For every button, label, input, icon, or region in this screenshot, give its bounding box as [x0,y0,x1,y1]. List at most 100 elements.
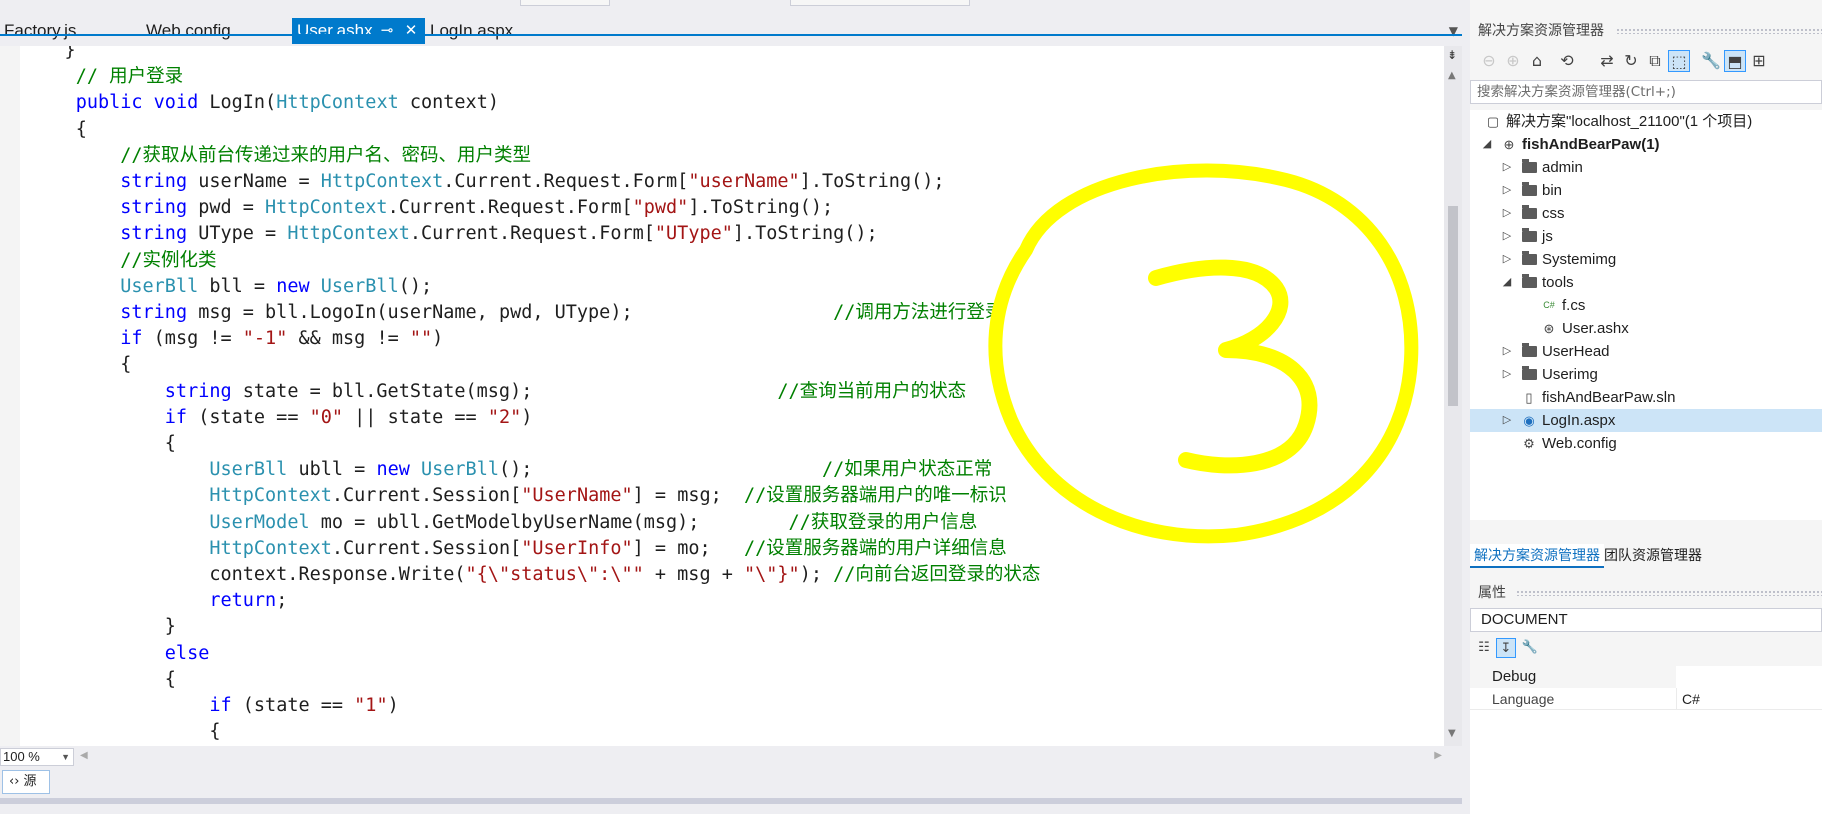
property-pages-icon[interactable]: 🔧 [1520,638,1540,658]
toolbar-control[interactable] [790,0,970,6]
scroll-thumb[interactable] [1448,206,1458,406]
tree-item[interactable]: ▢ 解决方案"localhost_21100"(1 个项目) [1470,110,1822,133]
scroll-down-icon[interactable]: ▼ [1448,728,1456,739]
sync-icon[interactable]: ⟲ [1556,50,1578,72]
tab-team-explorer[interactable]: 团队资源管理器 [1600,544,1706,568]
code-line[interactable]: UserBll ubll = new UserBll(); //如果用户状态正常 [20,457,992,483]
solution-search-input[interactable]: 搜索解决方案资源管理器(Ctrl+;) [1470,80,1822,104]
tree-item[interactable]: ▷ UserHead [1470,340,1822,363]
code-line[interactable]: // 用户登录 [20,64,183,90]
code-line[interactable]: string state = bll.GetState(msg); //查询当前… [20,379,966,405]
solution-explorer-panel: 解决方案资源管理器 ⊖ ⊕ ⌂ ⟲ ⇄ ↻ ⧉ ⬚ 🔧 ⬒ ⊞ 搜索解决方案资源… [1462,0,1822,590]
code-line[interactable]: { [20,117,87,143]
forward-icon[interactable]: ⊕ [1502,50,1524,72]
code-line[interactable]: string userName = HttpContext.Current.Re… [20,169,944,195]
tab-web-config[interactable]: Web.config [141,18,291,44]
tree-item[interactable]: ⚙ Web.config [1470,432,1822,455]
code-line[interactable]: else [20,641,210,667]
code-line[interactable]: { [20,431,176,457]
expand-icon[interactable]: ▷ [1500,363,1514,386]
code-line[interactable]: string msg = bll.LogoIn(userName, pwd, U… [20,300,1003,326]
expand-icon[interactable]: ▷ [1500,225,1514,248]
tree-item[interactable]: ▯ fishAndBearPaw.sln [1470,386,1822,409]
expand-icon[interactable]: ▷ [1500,248,1514,271]
categorized-icon[interactable]: ☷ [1474,638,1494,658]
expand-icon[interactable]: ▷ [1500,409,1514,432]
expand-icon[interactable]: ▷ [1500,202,1514,225]
expand-icon[interactable]: ▷ [1500,340,1514,363]
code-line[interactable]: string UType = HttpContext.Current.Reque… [20,221,877,247]
tree-item[interactable]: ▷ js [1470,225,1822,248]
code-line[interactable]: if (msg != "-1" && msg != "") [20,326,443,352]
code-line[interactable]: public void LogIn(HttpContext context) [20,90,499,116]
code-token: //查询当前用户的状态 [777,380,967,402]
code-line[interactable]: context.Response.Write("{\"status\":\"" … [20,562,1040,588]
tree-item[interactable]: ▷ css [1470,202,1822,225]
close-icon[interactable]: ✕ [400,18,422,44]
code-line[interactable]: } [20,46,76,64]
pending-changes-icon[interactable]: ⇄ [1596,50,1618,72]
tree-item[interactable]: ▷ Systemimg [1470,248,1822,271]
code-line[interactable]: HttpContext.Current.Session["UserInfo"] … [20,536,1006,562]
code-line[interactable]: { [20,719,220,745]
tab-user-ashx[interactable]: User.ashx ⊸ ✕ [292,18,425,44]
back-icon[interactable]: ⊖ [1478,50,1500,72]
show-all-icon[interactable]: ⬚ [1668,50,1690,72]
tree-item[interactable]: ▷ admin [1470,156,1822,179]
editor-vertical-scrollbar[interactable]: ⇟ ▲ ▼ [1444,46,1462,746]
scroll-right-icon[interactable]: ▶ [1434,750,1442,761]
view-class-icon[interactable]: ⊞ [1748,50,1770,72]
properties-icon[interactable]: 🔧 [1700,50,1722,72]
tree-item[interactable]: ◢ tools [1470,271,1822,294]
panel-drag-handle[interactable] [1616,28,1822,34]
home-icon[interactable]: ⌂ [1526,50,1548,72]
property-category[interactable]: Debug [1470,666,1822,688]
scroll-up-icon[interactable]: ▲ [1448,70,1456,81]
code-line[interactable]: { [20,667,176,693]
collapse-arrow-icon[interactable]: ◢ [1480,133,1494,156]
code-token: // 用户登录 [20,66,184,88]
code-line[interactable]: //实例化类 [20,248,217,274]
code-line[interactable]: { [20,352,131,378]
pin-icon[interactable]: ⊸ [376,18,398,44]
code-line[interactable]: UserModel mo = ubll.GetModelbyUserName(m… [20,510,977,536]
tab-login-aspx[interactable]: LogIn.aspx [426,18,566,44]
code-editor[interactable]: } // 用户登录 public void LogIn(HttpContext … [0,46,1444,746]
expand-icon[interactable]: ▷ [1500,179,1514,202]
tree-item[interactable]: ▷ ◉ LogIn.aspx [1470,409,1822,432]
code-line[interactable]: HttpContext.Current.Session["UserName"] … [20,483,1006,509]
code-token: (state == [187,406,310,428]
tree-item[interactable]: ◢ ⊕ fishAndBearPaw(1) [1470,133,1822,156]
code-line[interactable]: //获取从前台传递过来的用户名、密码、用户类型 [20,143,531,169]
scroll-left-icon[interactable]: ◀ [80,750,88,761]
code-line[interactable]: if (state == "1") [20,693,398,719]
tree-item[interactable]: ▷ Userimg [1470,363,1822,386]
tab-solution-explorer[interactable]: 解决方案资源管理器 [1470,544,1604,568]
alphabetical-icon[interactable]: ↧ [1496,638,1516,658]
collapse-icon[interactable]: ⧉ [1644,50,1666,72]
expand-icon[interactable]: ▷ [1500,156,1514,179]
property-key: Language [1492,691,1555,707]
split-editor-icon[interactable]: ⇟ [1447,48,1457,62]
code-token: //实例化类 [120,249,217,271]
source-view-button[interactable]: ‹› 源 [2,770,50,794]
tree-item[interactable]: ⊛ User.ashx [1470,317,1822,340]
code-line[interactable]: } [20,614,176,640]
preview-icon[interactable]: ⬒ [1724,50,1746,72]
panel-drag-handle[interactable] [1516,590,1822,596]
tree-item[interactable]: ▷ bin [1470,179,1822,202]
tab-factory-js[interactable]: Factory.js [0,18,140,44]
code-line[interactable]: if (state == "0" || state == "2") [20,405,533,431]
editor-horizontal-scrollbar[interactable]: ◀ ▶ [80,750,1442,762]
property-row[interactable]: Language C# [1470,688,1822,710]
zoom-select[interactable]: 100 % ▼ [0,748,74,766]
code-line[interactable]: UserBll bll = new UserBll(); [20,274,432,300]
property-object-select[interactable]: DOCUMENT [1470,608,1822,632]
refresh-icon[interactable]: ↻ [1620,50,1642,72]
tree-item[interactable]: C# f.cs [1470,294,1822,317]
code-line[interactable]: string pwd = HttpContext.Current.Request… [20,195,833,221]
toolbar-control[interactable] [520,0,610,6]
collapse-arrow-icon[interactable]: ◢ [1500,271,1514,294]
code-line[interactable]: return; [20,588,287,614]
